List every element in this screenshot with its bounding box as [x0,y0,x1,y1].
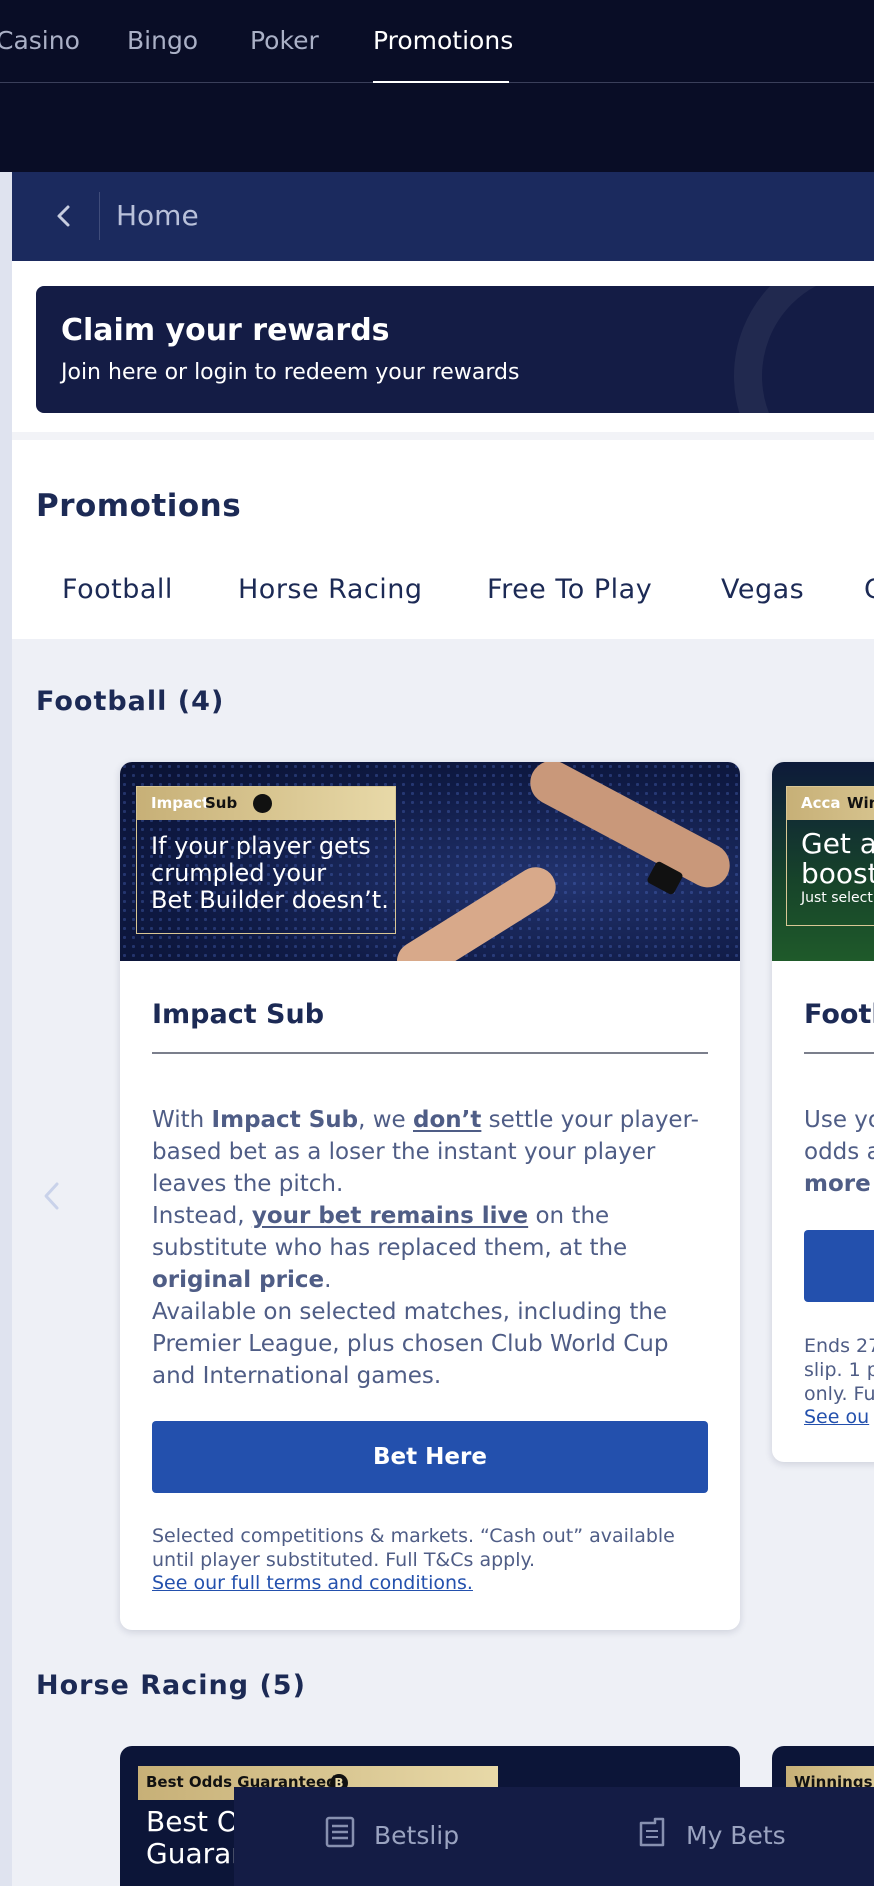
card-divider [804,1052,874,1054]
rewards-subtitle: Join here or login to redeem your reward… [61,360,520,385]
tab-casino[interactable]: Casino [0,26,80,55]
promo-card-description: Use yo odds a more [804,1107,874,1197]
promo-card-description: With Impact Sub, we don’t settle your pl… [152,1107,699,1389]
promo-badge: Impact Sub [137,787,395,820]
page-edge [0,172,12,1886]
section-title-football: Football (4) [36,686,225,717]
terms-link[interactable]: See our full terms and conditions. [152,1572,473,1594]
filter-more[interactable]: C [864,574,874,605]
promo-card-title: Impact Sub [152,999,325,1030]
active-tab-indicator [373,81,509,83]
banner-decoration [734,286,874,413]
tab-promotions[interactable]: Promotions [373,26,513,55]
my-bets-icon[interactable] [636,1815,668,1849]
panel-divider [12,432,874,440]
terms-link[interactable]: See ou [804,1406,869,1428]
filter-football[interactable]: Football [62,574,173,605]
promo-hero-text: Best O Guarar [146,1805,243,1870]
promo-card-image: Impact Sub If your player gets crumpled … [120,762,740,961]
promo-card-title: Footb [804,999,874,1030]
filter-free-to-play[interactable]: Free To Play [487,574,652,605]
promo-hero-text: Get a boost Just select a [801,827,874,907]
bet-here-button[interactable]: Bet Here [152,1421,708,1493]
breadcrumb: Home [12,172,874,261]
chevron-left-icon[interactable] [42,194,86,238]
promo-card-acca: Acca Winni Get a boost Just select a Foo… [772,762,874,1462]
bottom-bar: Betslip My Bets [234,1787,874,1886]
swap-icon [253,794,272,813]
page-title: Promotions [36,488,242,524]
card-divider [152,1052,708,1054]
filter-horse-racing[interactable]: Horse Racing [238,574,423,605]
rewards-banner[interactable]: Claim your rewards Join here or login to… [36,286,874,413]
promo-badge-box: Acca Winni Get a boost Just select a [786,786,874,926]
promo-card-impact-sub: Impact Sub If your player gets crumpled … [120,762,740,1630]
rewards-title: Claim your rewards [61,313,390,348]
tab-poker[interactable]: Poker [250,26,319,55]
top-tabs: Casino Bingo Poker Promotions [0,0,874,83]
promo-hero-text: If your player gets crumpled your Bet Bu… [151,832,389,914]
section-title-horse-racing: Horse Racing (5) [36,1670,306,1701]
carousel-prev-icon[interactable] [38,1178,64,1214]
promo-badge: Acca Winni [787,787,874,820]
promo-badge-box: Impact Sub If your player gets crumpled … [136,786,396,934]
tab-bingo[interactable]: Bingo [127,26,198,55]
breadcrumb-home-link[interactable]: Home [116,199,199,232]
betslip-icon[interactable] [324,1815,356,1849]
promo-card-image: Acca Winni Get a boost Just select a [772,762,874,961]
filter-vegas[interactable]: Vegas [721,574,804,605]
promo-small-print: Selected competitions & markets. “Cash o… [152,1525,675,1571]
promo-small-print: Ends 27 slip. 1 p only. Fu [804,1335,874,1405]
breadcrumb-divider [99,192,100,240]
top-navigation: Casino Bingo Poker Promotions [0,0,874,172]
my-bets-tab[interactable]: My Bets [686,1821,786,1850]
bet-here-button[interactable] [804,1230,874,1302]
betslip-tab[interactable]: Betslip [374,1821,459,1850]
